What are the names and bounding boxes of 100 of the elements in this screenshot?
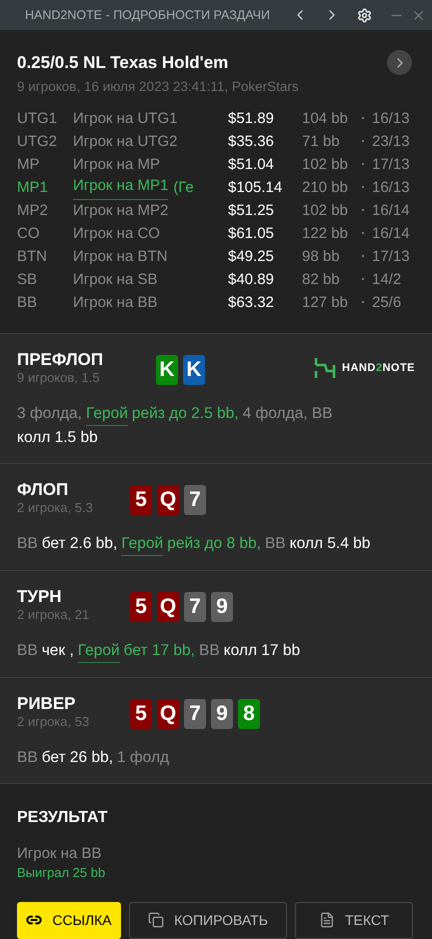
logo-text: HAND2NOTE [342,360,415,376]
stack-cell-text: $49.25 [228,247,275,267]
stack-cell-text: $40.89 [228,270,275,290]
street-title: РИВЕР [17,694,77,714]
action-text: BB [17,748,38,768]
action-text: бет 17 bb, [124,640,195,661]
player-name[interactable]: Игрок на UTG2 [73,131,178,154]
position-cell-text: MP1 [17,178,49,198]
position-cell-text: BB [17,293,38,313]
player-name[interactable]: Игрок на BTN [73,246,168,268]
game-title: 0.25/0.5 NL Texas Hold'em [17,52,228,74]
action-text: BB [17,640,38,661]
link-action-button[interactable]: ССЫЛКА [17,902,121,939]
stats-cell: 23/13 [361,131,410,154]
bb-cell-text: 102 bb [302,201,349,221]
bb-cell-text: 82 bb [302,270,341,290]
action-text: BB [17,534,38,554]
playing-card: 5 [130,698,152,729]
bb-cell-text: 104 bb [302,109,349,129]
street-title: ФЛОП [17,480,70,500]
player-name[interactable]: Игрок на MP2 [73,200,168,222]
action-text: колл 17 bb [224,640,300,661]
logo-icon [314,356,336,379]
bb-cell-text: 122 bb [302,224,349,244]
window-title: HAND2NOTE - ПОДРОБНОСТИ РАЗДАЧИ [25,6,270,24]
action-text: колл 5.4 bb [290,534,370,554]
stack-cell-text: $51.04 [228,155,275,175]
playing-card: 5 [130,484,152,515]
playing-card: 7 [184,698,206,729]
player-name[interactable]: Игрок на MP [73,154,160,176]
action-text: бет 26 bb, [42,748,113,768]
position-cell-text: CO [17,224,40,244]
playing-card: K [156,354,178,385]
street-info: 2 игрока, 53 [17,714,90,730]
playing-card: 9 [211,698,233,729]
position-cell-text: MP [17,155,40,175]
action-text: колл 1.5 bb [17,428,98,448]
stack-cell-text: $105.14 [228,178,284,198]
player-name[interactable]: Игрок на SB [73,269,158,292]
player-name[interactable]: Игрок на UTG1 [73,108,178,130]
stack-cell-text: $61.05 [228,224,275,244]
action-text: 3 фолда, [17,404,82,424]
bb-cell-text: 98 bb [302,247,341,267]
document-icon [318,912,335,928]
playing-card: 7 [184,484,206,515]
stats-cell: 16/13 [361,108,410,130]
text-action-button[interactable]: ТЕКСТ [295,902,413,939]
stack-cell-text: $35.36 [228,132,275,152]
player-name[interactable]: Игрок на BB [73,292,158,314]
position-cell-text: BTN [17,247,48,267]
position-cell-text: UTG1 [17,109,58,129]
result-title: РЕЗУЛЬТАТ [17,808,109,828]
position-cell-text: MP2 [17,201,49,221]
settings-icon[interactable] [356,6,372,24]
player-note: (Ге [173,178,194,198]
position-cell-text: UTG2 [17,132,58,152]
action-text: рейз до 2.5 bb, [132,404,239,424]
playing-card: Q [157,484,179,515]
stats-cell: 16/14 [361,223,410,246]
playing-card: 9 [211,592,233,622]
street-info: 2 игрока, 21 [17,606,90,623]
action-text: рейз до 8 bb, [167,534,261,554]
stats-cell: 25/6 [361,292,402,314]
action-text: чек , [42,640,74,661]
street-info: 9 игроков, 1.5 [17,370,101,386]
stats-cell: 16/14 [361,200,410,222]
stats-cell: 14/2 [361,269,402,292]
action-text: бет 2.6 bb, [42,534,118,554]
bb-cell-text: 71 bb [302,132,341,152]
playing-card: K [183,354,205,385]
game-subtitle: 9 игроков, 16 июля 2023 23:41:11, PokerStars [17,78,300,96]
stats-cell: 17/13 [361,246,410,268]
street-info: 2 игрока, 5.3 [17,500,94,516]
playing-card: Q [157,592,179,622]
action-text: 1 фолд [117,748,170,768]
stats-cell: 16/13 [361,177,410,200]
hero-link[interactable]: Герой [121,532,164,556]
stack-cell-text: $51.25 [228,201,275,221]
playing-card: 8 [238,698,260,729]
hero-link[interactable]: Герой [86,402,128,426]
bb-cell-text: 127 bb [302,293,349,313]
stack-cell-text: $51.89 [228,109,275,129]
position-cell-text: SB [17,270,38,290]
playing-card: 5 [130,592,152,622]
player-name[interactable]: Игрок на MP1 [73,177,168,200]
bb-cell-text: 102 bb [302,155,349,175]
next-hand-button[interactable] [387,50,412,76]
action-text: BB [264,534,286,554]
playing-card: Q [157,698,179,729]
action-text: BB [198,640,220,661]
player-name[interactable]: Игрок на CO [73,223,160,246]
result-outcome: Выиграл 25 bb [17,864,106,882]
bb-cell-text: 210 bb [302,178,349,198]
action-text: 4 фолда, BB [242,404,333,424]
stats-cell: 17/13 [361,154,410,176]
copy-action-button[interactable]: КОПИРОВАТЬ [129,902,287,939]
hero-link[interactable]: Герой [78,638,120,663]
playing-card: 7 [184,592,206,622]
stack-cell-text: $63.32 [228,293,275,313]
copy-icon [148,912,164,928]
